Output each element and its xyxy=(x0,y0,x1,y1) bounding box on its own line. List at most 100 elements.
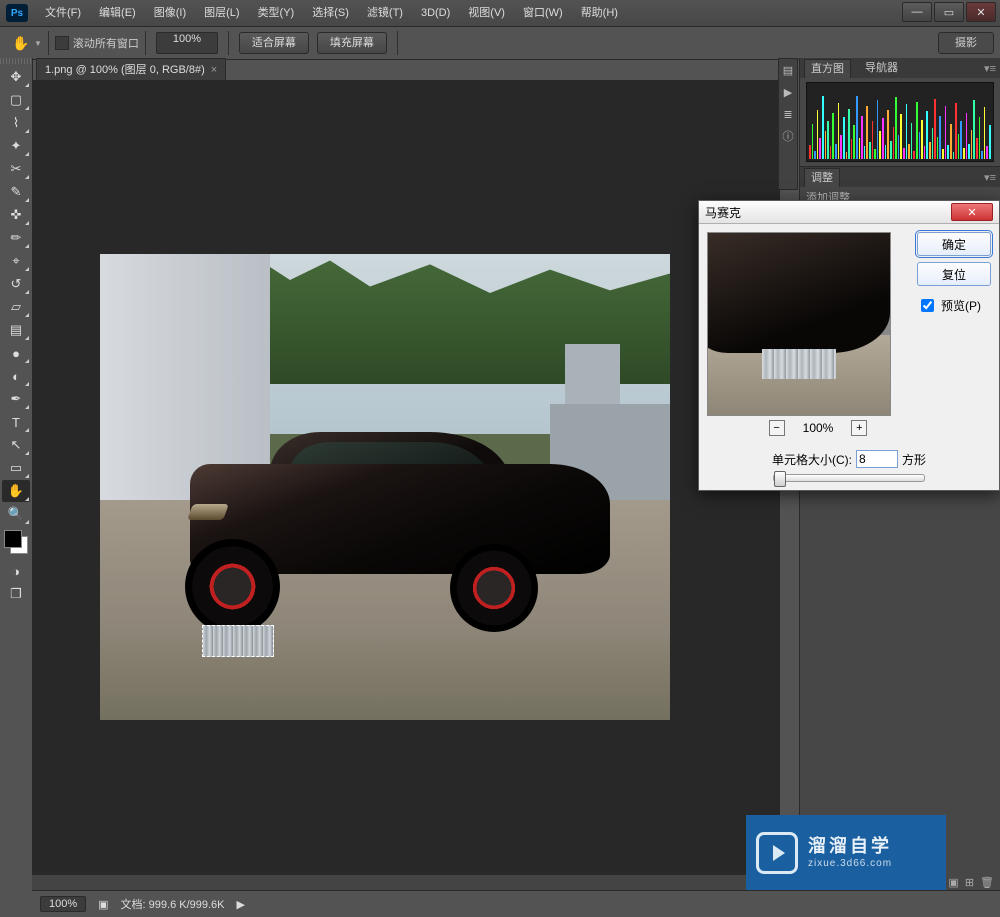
selection-marquee[interactable] xyxy=(202,625,274,657)
move-tool[interactable]: ✥ xyxy=(2,66,30,88)
spot-heal-tool[interactable]: ✜ xyxy=(2,204,30,226)
eraser-tool[interactable]: ▱ xyxy=(2,296,30,318)
fit-screen-button[interactable]: 适合屏幕 xyxy=(239,32,309,54)
panel-icon-1[interactable]: ▤ xyxy=(781,63,795,77)
histogram-bar xyxy=(830,146,832,159)
histogram-bar xyxy=(984,107,986,159)
menu-item[interactable]: 编辑(E) xyxy=(90,0,145,26)
screen-mode-toggle[interactable]: ❐ xyxy=(2,583,30,605)
stamp-tool[interactable]: ⌖ xyxy=(2,250,30,272)
panel-icon-info[interactable]: ⓘ xyxy=(781,129,795,143)
canvas-area[interactable] xyxy=(32,80,780,891)
histogram-bar xyxy=(819,138,821,159)
magic-wand-tool[interactable]: ✦ xyxy=(2,135,30,157)
options-bar: ✋ ▼ 滚动所有窗口 100% 适合屏幕 填充屏幕 摄影 xyxy=(0,27,1000,60)
zoom-out-button[interactable]: − xyxy=(769,420,785,436)
zoom-value-field[interactable]: 100% xyxy=(156,32,218,54)
histogram-bar xyxy=(942,149,944,159)
zoom-in-button[interactable]: + xyxy=(851,420,867,436)
docinfo-value: 999.6 K/999.6K xyxy=(149,899,225,911)
cell-size-input[interactable] xyxy=(856,450,898,468)
menu-item[interactable]: 类型(Y) xyxy=(249,0,304,26)
navigator-tab[interactable]: 导航器 xyxy=(859,59,904,77)
fill-screen-button[interactable]: 填充屏幕 xyxy=(317,32,387,54)
preview-checkbox[interactable] xyxy=(921,299,934,312)
layers-footer-icon[interactable]: ⊞ xyxy=(965,876,974,889)
quick-mask-toggle[interactable]: ◑ xyxy=(2,560,30,582)
histogram-bar xyxy=(898,135,900,159)
histogram-bar xyxy=(838,103,840,159)
menu-item[interactable]: 窗口(W) xyxy=(514,0,572,26)
menu-item[interactable]: 视图(V) xyxy=(459,0,514,26)
panel-menu-icon[interactable]: ▾≡ xyxy=(984,171,996,184)
menu-item[interactable]: 选择(S) xyxy=(303,0,358,26)
dropdown-arrow-icon[interactable]: ▼ xyxy=(34,39,42,48)
foreground-color-swatch[interactable] xyxy=(4,530,22,548)
zoom-tool[interactable]: 🔍 xyxy=(2,503,30,525)
window-close-button[interactable]: ✕ xyxy=(966,2,996,22)
histogram-bar xyxy=(929,142,931,159)
lasso-tool[interactable]: ⌇ xyxy=(2,112,30,134)
document-tab-close-icon[interactable]: × xyxy=(211,59,217,81)
menu-item[interactable]: 文件(F) xyxy=(36,0,90,26)
color-swatches[interactable] xyxy=(4,530,28,554)
separator xyxy=(228,31,229,55)
preview-checkbox-row[interactable]: 预览(P) xyxy=(917,296,991,315)
tools-panel: ✥▢⌇✦✂✎✜✏⌖↺▱▤●◐✒T↖▭✋🔍 ◑❐ xyxy=(0,58,33,891)
scroll-all-windows-checkbox[interactable] xyxy=(55,36,69,50)
shape-tool[interactable]: ▭ xyxy=(2,457,30,479)
workspace-switcher[interactable]: 摄影 xyxy=(938,32,994,54)
histogram-bar xyxy=(825,131,827,159)
panel-grip[interactable] xyxy=(0,58,32,64)
type-tool[interactable]: T xyxy=(2,411,30,433)
eyedropper-tool[interactable]: ✎ xyxy=(2,181,30,203)
menu-item[interactable]: 3D(D) xyxy=(412,0,459,26)
cell-size-slider[interactable] xyxy=(773,474,925,482)
layers-footer-icon[interactable]: ▣ xyxy=(948,876,958,889)
path-select-tool[interactable]: ↖ xyxy=(2,434,30,456)
layers-footer-icon[interactable]: 🗑 xyxy=(980,876,994,889)
menu-item[interactable]: 帮助(H) xyxy=(572,0,627,26)
panel-menu-icon[interactable]: ▾≡ xyxy=(984,62,996,75)
pen-tool[interactable]: ✒ xyxy=(2,388,30,410)
preview-zoom-value: 100% xyxy=(803,421,834,435)
window-maximize-button[interactable]: ▭ xyxy=(934,2,964,22)
histogram-bar xyxy=(924,146,926,159)
blur-tool[interactable]: ● xyxy=(2,342,30,364)
panel-icon-play[interactable]: ▶ xyxy=(781,85,795,99)
collapsed-panel-dock: ▤ ▶ ≣ ⓘ xyxy=(778,58,798,190)
dialog-titlebar[interactable]: 马赛克 ✕ xyxy=(699,201,999,224)
history-brush-tool[interactable]: ↺ xyxy=(2,273,30,295)
document-canvas[interactable] xyxy=(100,254,670,720)
histogram-bar xyxy=(859,138,861,159)
gradient-tool[interactable]: ▤ xyxy=(2,319,30,341)
histogram-bar xyxy=(932,128,934,159)
menu-item[interactable]: 图像(I) xyxy=(145,0,195,26)
separator xyxy=(48,31,49,55)
histogram-bar xyxy=(809,145,811,159)
window-minimize-button[interactable]: — xyxy=(902,2,932,22)
adjustments-tab[interactable]: 调整 xyxy=(804,168,840,187)
filter-preview[interactable] xyxy=(707,232,891,416)
crop-tool[interactable]: ✂ xyxy=(2,158,30,180)
dialog-title: 马赛克 xyxy=(705,204,741,221)
reset-button[interactable]: 复位 xyxy=(917,262,991,286)
histogram-bar xyxy=(869,142,871,159)
horizontal-scrollbar[interactable] xyxy=(32,874,780,891)
slider-thumb[interactable] xyxy=(774,471,786,487)
histogram-tab[interactable]: 直方图 xyxy=(804,59,851,78)
histogram-bar xyxy=(955,103,957,159)
menu-item[interactable]: 图层(L) xyxy=(195,0,248,26)
brush-tool[interactable]: ✏ xyxy=(2,227,30,249)
histogram-bar xyxy=(976,138,978,159)
status-zoom[interactable]: 100% xyxy=(40,896,86,912)
hand-tool[interactable]: ✋ xyxy=(2,480,30,502)
dodge-tool[interactable]: ◐ xyxy=(2,365,30,387)
document-tab[interactable]: 1.png @ 100% (图层 0, RGB/8#) × xyxy=(36,58,226,81)
status-arrow-icon[interactable]: ▶ xyxy=(237,898,245,911)
ok-button[interactable]: 确定 xyxy=(917,232,991,256)
panel-icon-3[interactable]: ≣ xyxy=(781,107,795,121)
menu-item[interactable]: 滤镜(T) xyxy=(358,0,412,26)
dialog-close-button[interactable]: ✕ xyxy=(951,203,993,221)
marquee-tool[interactable]: ▢ xyxy=(2,89,30,111)
